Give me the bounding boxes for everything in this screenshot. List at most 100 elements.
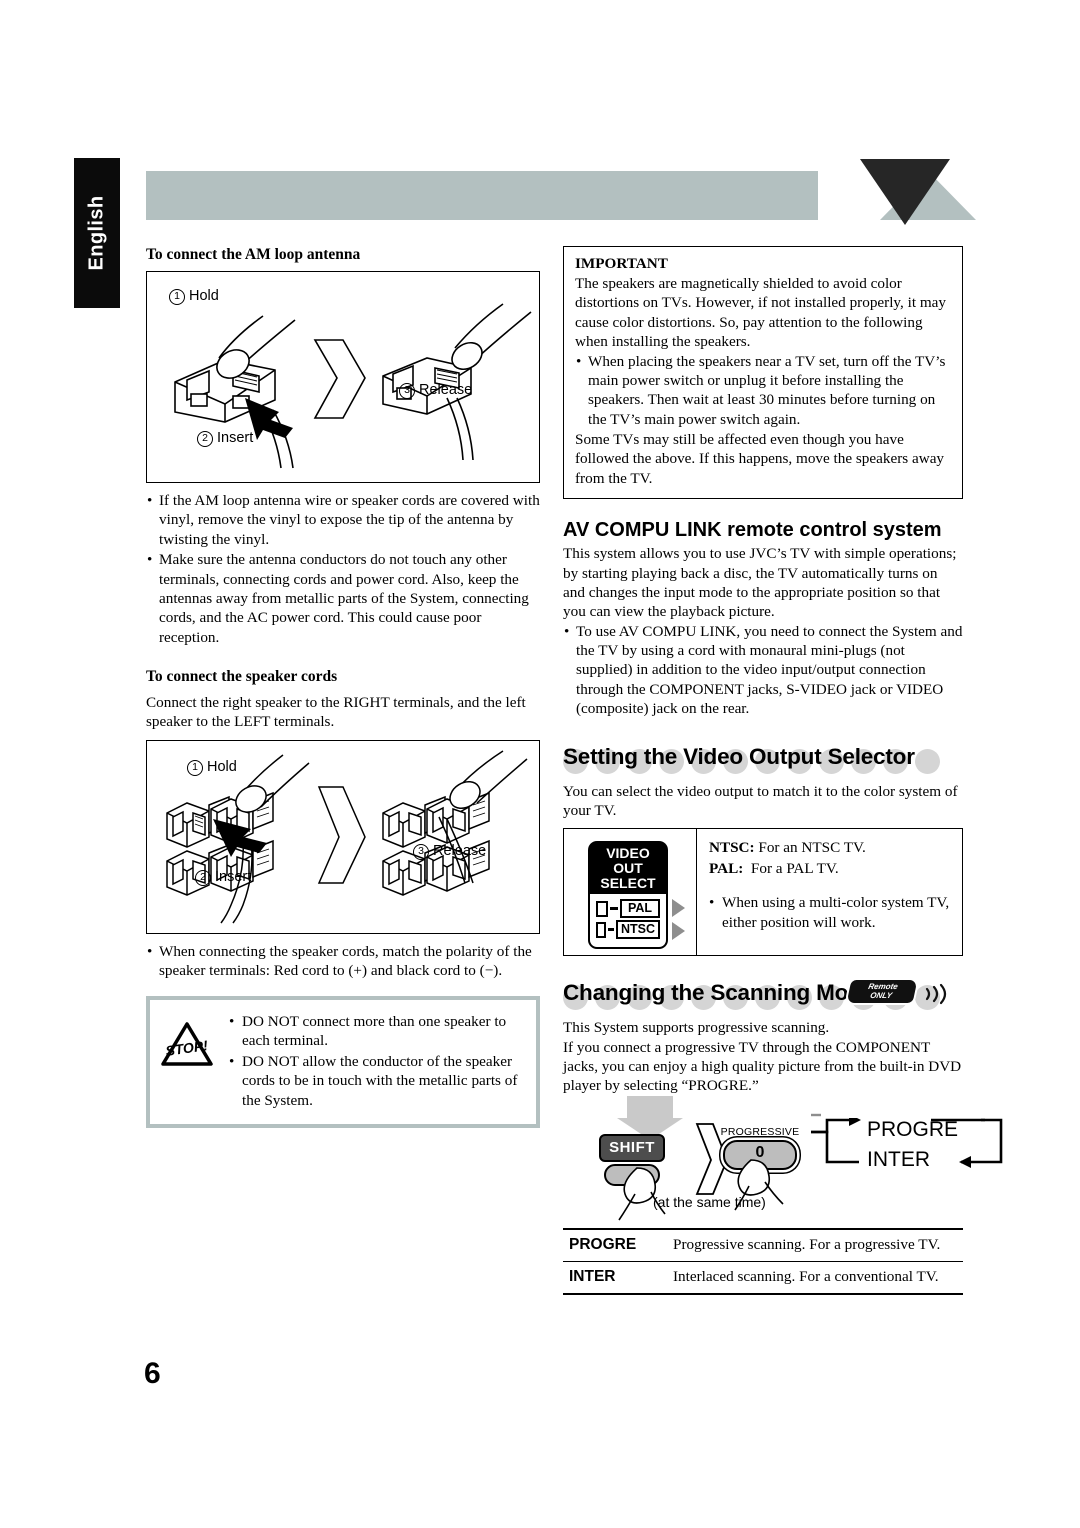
- pal-description-row: PAL: For a PAL TV.: [709, 859, 952, 880]
- shift-key-label: SHIFT: [599, 1133, 665, 1162]
- video-output-section-header: Setting the Video Output Selector: [563, 740, 963, 774]
- caution-item-2: DO NOT allow the conductor of the speake…: [228, 1052, 524, 1110]
- switch-cap-line-1: VIDEO: [606, 845, 650, 862]
- right-column: IMPORTANT The speakers are magnetically …: [563, 246, 1003, 1295]
- arrow-right-icon: [672, 922, 685, 941]
- switch-body: PAL NTSC: [588, 894, 668, 950]
- antenna-notes-list: If the AM loop antenna wire or speaker c…: [146, 491, 540, 647]
- switch-led-ntsc: [596, 921, 606, 938]
- am-figure-step3: 3 Release: [399, 382, 472, 399]
- scanning-mode-diagram: SHIFT PROGRESSIVE 0 (at the same time) P…: [563, 1095, 1003, 1221]
- av-compu-link-bullet-list: To use AV COMPU LINK, you need to connec…: [563, 622, 963, 719]
- scanning-mode-table: PROGRE Progressive scanning. For a progr…: [563, 1228, 963, 1295]
- video-out-description-cell: NTSC: For an NTSC TV. PAL: For a PAL TV.…: [697, 829, 962, 955]
- mode-desc-inter: Interlaced scanning. For a conventional …: [673, 1267, 939, 1285]
- cycle-label-inter: INTER: [867, 1147, 930, 1171]
- video-out-select-cap: VIDEO OUT SELECT: [588, 841, 668, 895]
- video-output-selector-box: VIDEO OUT SELECT PAL NTSC NTSC: For an N…: [563, 828, 963, 957]
- header-band: [146, 171, 818, 220]
- table-row: INTER Interlaced scanning. For a convent…: [563, 1261, 963, 1294]
- speaker-cords-heading: To connect the speaker cords: [146, 668, 338, 685]
- mode-desc-progre: Progressive scanning. For a progressive …: [673, 1235, 941, 1253]
- caution-list: DO NOT connect more than one speaker to …: [228, 1012, 524, 1112]
- step-label-insert: Insert: [217, 430, 254, 446]
- remote-badge-text: Remote ONLY: [844, 978, 920, 1005]
- scanning-mode-paragraph-1: This System supports progressive scannin…: [563, 1019, 830, 1037]
- pal-desc: For a PAL TV.: [750, 859, 839, 877]
- speaker-figure-step2: 2 Insert: [195, 869, 251, 886]
- video-output-heading: Setting the Video Output Selector: [563, 743, 915, 769]
- manual-page: English To connect the AM loop antenna 1…: [0, 0, 1080, 1528]
- switch-led-pal: [596, 900, 608, 917]
- scanning-mode-heading: Changing the Scanning Mode: [563, 980, 875, 1006]
- step-number-1: 1: [187, 759, 203, 776]
- am-antenna-figure: 1 Hold 2 Insert 3 Release: [146, 271, 540, 483]
- progressive-key-caption: PROGRESSIVE: [720, 1125, 800, 1138]
- important-title: IMPORTANT: [575, 255, 668, 272]
- cycle-connector: [811, 1113, 821, 1116]
- switch-option-pal[interactable]: PAL: [596, 899, 660, 919]
- video-out-note-list: When using a multi-color system TV, eith…: [709, 893, 952, 932]
- left-column: To connect the AM loop antenna 1 Hold 2 In…: [146, 246, 540, 1128]
- video-out-switch-cell: VIDEO OUT SELECT PAL NTSC: [564, 829, 697, 956]
- switch-label-pal: PAL: [620, 899, 660, 919]
- remote-only-badge: Remote ONLY: [844, 978, 920, 1006]
- step-label-hold: Hold: [189, 288, 219, 304]
- video-out-note: When using a multi-color system TV, eith…: [709, 893, 952, 932]
- step-label-insert: Insert: [215, 868, 252, 885]
- remote-badge-line-2: ONLY: [869, 990, 894, 1000]
- remote-signal-wave-icon: [923, 983, 951, 1010]
- scanning-mode-section-header: Changing the Scanning Mode Remote ONLY: [563, 976, 963, 1011]
- speaker-figure-step3: 3 Release: [413, 843, 486, 860]
- caution-item-1: DO NOT connect more than one speaker to …: [228, 1012, 524, 1051]
- important-paragraph-1: The speakers are magnetically shielded t…: [575, 275, 947, 351]
- important-bullet-1: When placing the speakers near a TV set,…: [575, 352, 951, 430]
- at-the-same-time-label: (at the same time): [653, 1193, 766, 1210]
- mode-key-inter: INTER: [569, 1267, 616, 1285]
- language-tab-label: English: [85, 195, 108, 271]
- antenna-note-1: If the AM loop antenna wire or speaker c…: [146, 491, 540, 549]
- table-row: PROGRE Progressive scanning. For a progr…: [563, 1228, 963, 1262]
- am-antenna-heading: To connect the AM loop antenna: [146, 246, 361, 263]
- cycle-label-progre: PROGRE: [867, 1117, 959, 1141]
- ntsc-key: NTSC:: [709, 839, 755, 857]
- switch-label-ntsc: NTSC: [615, 920, 660, 940]
- important-paragraph-2: Some TVs may still be affected even thou…: [575, 431, 945, 487]
- switch-dash: [607, 928, 614, 932]
- video-out-select-switch[interactable]: VIDEO OUT SELECT PAL NTSC: [588, 841, 668, 950]
- important-bullet-list: When placing the speakers near a TV set,…: [575, 352, 951, 430]
- switch-cap-line-3: SELECT: [600, 875, 656, 892]
- switch-dash: [610, 907, 618, 911]
- am-figure-step2: 2 Insert: [197, 430, 253, 447]
- step-number-3: 3: [399, 383, 415, 399]
- polarity-note-list: When connecting the speaker cords, match…: [146, 942, 540, 981]
- page-number: 6: [144, 1357, 161, 1390]
- scanning-mode-paragraph-2: If you connect a progressive TV through …: [563, 1038, 962, 1095]
- speaker-cords-figure: 1 Hold 2 Insert 3 Release: [146, 739, 540, 934]
- step-number-3: 3: [413, 843, 429, 860]
- language-tab: English: [74, 158, 120, 308]
- caution-box: STOP! DO NOT connect more than one speak…: [146, 995, 540, 1128]
- av-compu-link-paragraph: This system allows you to use JVC’s TV w…: [563, 545, 957, 621]
- mode-key-progre: PROGRE: [569, 1235, 637, 1253]
- ntsc-desc: For an NTSC TV.: [758, 839, 866, 857]
- speaker-figure-step1: 1 Hold: [187, 759, 237, 776]
- mode-cycle-diagram: PROGRE INTER: [811, 1113, 1011, 1180]
- stop-icon: STOP!: [160, 1012, 218, 1112]
- step-label-release: Release: [433, 842, 487, 859]
- switch-pointer-arrows: [672, 899, 685, 945]
- speaker-cords-intro: Connect the right speaker to the RIGHT t…: [146, 694, 526, 731]
- svg-text:STOP!: STOP!: [164, 1037, 209, 1059]
- section-dot: [915, 748, 940, 774]
- important-box: IMPORTANT The speakers are magnetically …: [563, 246, 963, 500]
- step-label-hold: Hold: [207, 758, 237, 775]
- switch-option-ntsc[interactable]: NTSC: [596, 920, 660, 940]
- step-number-2: 2: [195, 869, 211, 886]
- arrow-right-icon: [672, 899, 685, 918]
- header-band-triangle-down: [860, 159, 950, 225]
- antenna-note-2: Make sure the antenna conductors do not …: [146, 550, 540, 647]
- pal-key: PAL:: [709, 859, 744, 877]
- switch-cap-line-2: OUT: [613, 860, 643, 877]
- ntsc-description-row: NTSC: For an NTSC TV.: [709, 838, 952, 859]
- polarity-note: When connecting the speaker cords, match…: [146, 942, 540, 981]
